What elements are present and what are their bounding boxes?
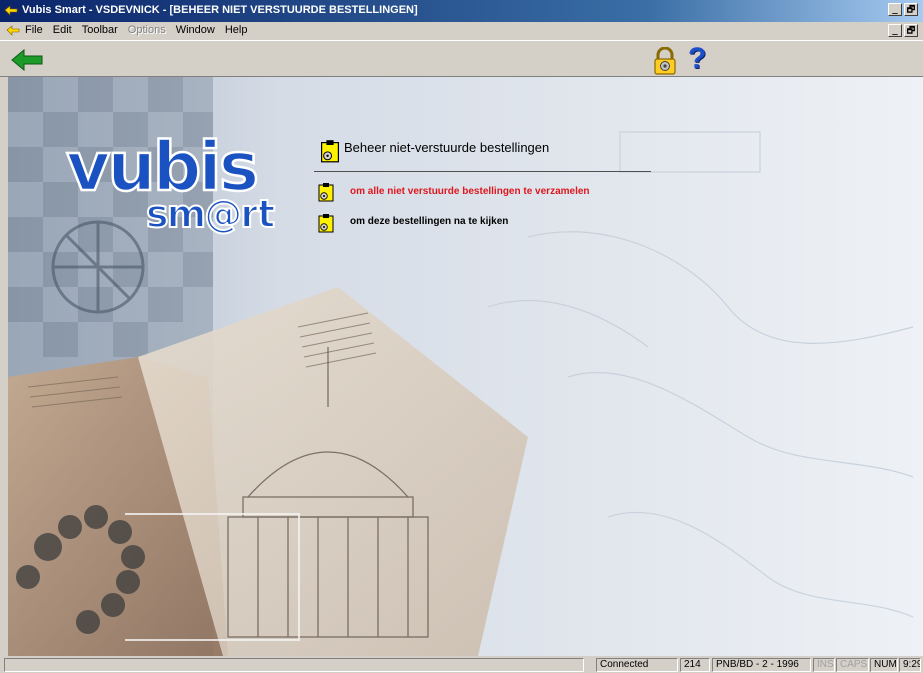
clipboard-gear-icon[interactable] <box>318 182 334 202</box>
status-connection: Connected <box>596 658 678 672</box>
main-area: vubis sm@rt Beheer niet-verstuurde beste… <box>8 77 923 656</box>
status-record: PNB/BD - 2 - 1996 <box>712 658 811 672</box>
status-message <box>4 658 584 672</box>
document-icon[interactable] <box>6 24 20 37</box>
svg-text:sm@rt: sm@rt <box>146 192 275 236</box>
help-icon[interactable]: ? <box>688 42 712 76</box>
title-divider <box>314 171 651 172</box>
menubar: File Edit Toolbar Options Window Help _ … <box>0 22 923 40</box>
menu-window[interactable]: Window <box>176 24 215 36</box>
restore-button[interactable]: 🗗 <box>904 3 918 16</box>
status-time: 9:29 <box>899 658 921 672</box>
page-title: Beheer niet-verstuurde bestellingen <box>344 140 550 155</box>
menu-file[interactable]: File <box>25 24 43 36</box>
menu-help[interactable]: Help <box>225 24 248 36</box>
toolbar: ? <box>0 40 923 77</box>
status-count: 214 <box>680 658 710 672</box>
clipboard-gear-icon[interactable] <box>318 213 334 233</box>
statusbar: Connected 214 PNB/BD - 2 - 1996 INS CAPS… <box>0 656 923 673</box>
security-lock-icon[interactable] <box>652 47 678 75</box>
background-illustration: vubis sm@rt <box>8 77 923 656</box>
option-review-orders[interactable]: om deze bestellingen na te kijken <box>350 216 508 227</box>
option-collect-unsent-orders[interactable]: om alle niet verstuurde bestellingen te … <box>350 186 590 197</box>
menu-toolbar[interactable]: Toolbar <box>82 24 118 36</box>
app-icon <box>4 5 18 16</box>
back-arrow-icon[interactable] <box>10 48 44 72</box>
status-caps: CAPS <box>836 658 869 672</box>
menu-edit[interactable]: Edit <box>53 24 72 36</box>
clipboard-gear-icon <box>321 140 339 163</box>
menu-options: Options <box>127 24 166 36</box>
minimize-button[interactable]: _ <box>888 3 902 16</box>
child-restore-button[interactable]: 🗗 <box>904 24 918 37</box>
window-titlebar: Vubis Smart - VSDEVNICK - [BEHEER NIET V… <box>0 0 923 22</box>
window-title: Vubis Smart - VSDEVNICK - [BEHEER NIET V… <box>22 4 418 16</box>
menu-list: File Edit Toolbar Options Window Help <box>25 24 247 36</box>
child-minimize-button[interactable]: _ <box>888 24 902 37</box>
status-ins: INS <box>813 658 835 672</box>
status-num: NUM <box>870 658 898 672</box>
